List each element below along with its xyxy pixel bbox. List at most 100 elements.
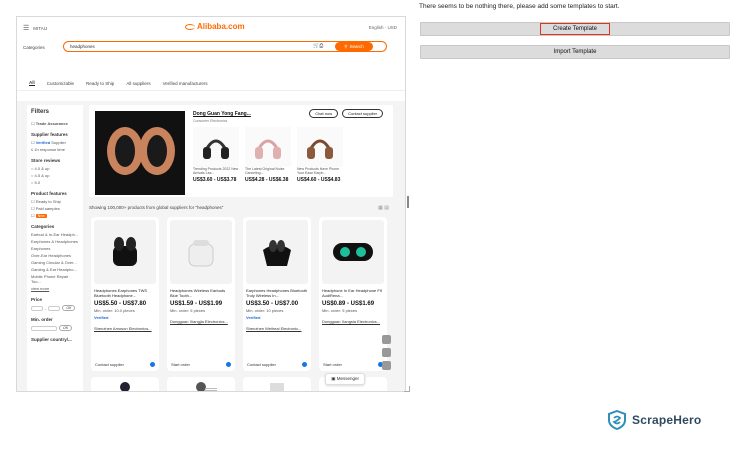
headphone-cup-left [107, 127, 143, 175]
product-card[interactable]: Headphones Earphones TWS Bluetooth Headp… [91, 217, 159, 371]
product-price: US$5.50 - US$7.80 [94, 301, 147, 307]
results-count: Showing 100,000+ products from global su… [89, 205, 224, 210]
product-card[interactable] [167, 377, 235, 391]
alibaba-logo[interactable]: Alibaba.com [185, 22, 245, 31]
splitter-handle[interactable] [407, 196, 409, 208]
rating-filter-5[interactable]: ○ 5.0 [31, 180, 79, 185]
card-action-button[interactable]: Start order [171, 362, 190, 367]
product-card[interactable] [91, 377, 159, 391]
product-price: US$3.50 - US$7.00 [246, 301, 299, 307]
min-order-input[interactable]: OK [31, 325, 79, 331]
rating-filter-45[interactable]: ○ 4.5 & up [31, 173, 79, 178]
card-actions: Contact supplier [247, 362, 307, 367]
product-grid: Headphones Earphones TWS Bluetooth Headp… [91, 217, 387, 371]
featured-product[interactable]: New Products Have Phone Your Ease Earph.… [297, 127, 343, 183]
chat-now-button[interactable]: Chat now [309, 109, 339, 118]
category-item[interactable]: Earbud & In-Ear Headph... [31, 232, 79, 237]
contact-supplier-button[interactable]: Contact supplier [342, 109, 383, 118]
result-tabs: All Customizable Ready to Ship All suppl… [17, 69, 405, 91]
category-item[interactable]: Earphones [31, 246, 79, 251]
featured-company-sub: Consumer Electronics [193, 119, 228, 123]
earbuds-image [246, 220, 308, 284]
verified-badge: Verified [94, 315, 109, 320]
compare-icon[interactable] [382, 335, 391, 344]
site-header: ☰ MITAIJ Alibaba.com English · USD [17, 17, 405, 39]
embedded-webpage[interactable]: ☰ MITAIJ Alibaba.com English · USD Categ… [16, 16, 406, 392]
product-moq: Min. order: 5 pieces [322, 308, 358, 313]
search-row: Categories headphones 🛒⎙ ⚲ Search [17, 39, 405, 55]
earbuds-image [170, 220, 232, 284]
rating-filter-4[interactable]: ○ 4.0 & up [31, 166, 79, 171]
category-item[interactable]: Gaming & Ear Headpho... [31, 267, 79, 272]
tab-verified-manufacturers[interactable]: Verified manufacturers [163, 81, 208, 86]
scrapehero-shield-icon [608, 410, 626, 430]
resize-grip[interactable] [205, 388, 217, 391]
trade-assurance-filter[interactable]: ☐ Trade Assurance [31, 121, 79, 126]
new-filter[interactable]: ☐ New [31, 213, 79, 218]
messenger-button[interactable]: ▣ Messenger [325, 373, 365, 385]
product-title[interactable]: Headphones Wireless Earbuds Blue Tooth..… [170, 288, 232, 298]
tab-ready-to-ship[interactable]: Ready to Ship [86, 81, 114, 86]
card-action-button[interactable]: Start order [323, 362, 342, 367]
featured-supplier: Dong Guan Yong Fang... Consumer Electron… [89, 105, 393, 197]
category-item[interactable]: Over-Ear Headphones [31, 253, 79, 258]
cart-icon[interactable]: 🛒⎙ [313, 43, 323, 49]
product-title[interactable]: Earphones Headphones Bluetooth Truly Wir… [246, 288, 308, 298]
import-template-button[interactable]: Import Template [420, 45, 730, 59]
product-card[interactable] [243, 377, 311, 391]
featured-buttons: Chat now Contact supplier [309, 109, 383, 118]
filters-title: Filters [31, 109, 50, 115]
search-button[interactable]: ⚲ Search [335, 42, 373, 51]
product-title[interactable]: Headphones Earphones TWS Bluetooth Headp… [94, 288, 156, 298]
verified-supplier-filter[interactable]: ☐ Verified Supplier [31, 140, 79, 145]
tab-customizable[interactable]: Customizable [47, 81, 74, 86]
view-toggle-icon[interactable]: ▦ ▤ [378, 205, 389, 211]
create-template-button[interactable]: Create Template [420, 22, 730, 36]
message-icon[interactable] [382, 348, 391, 357]
supplier-link[interactable]: Shenzhen Weiheai Electronic... [246, 326, 308, 331]
featured-product[interactable]: The Latest Original Noise Canceling... U… [245, 127, 291, 183]
results-content: Filters ☐ Trade Assurance Supplier featu… [17, 101, 405, 391]
chat-icon[interactable] [302, 362, 307, 367]
featured-image[interactable] [95, 111, 185, 195]
price-range[interactable]: - OK [31, 305, 79, 311]
supplier-link[interactable]: Dongguan Xiangjia Electronics... [170, 319, 232, 324]
card-action-button[interactable]: Contact supplier [95, 362, 124, 367]
ready-to-ship-filter[interactable]: ☐ Ready to Ship [31, 199, 79, 204]
product-title[interactable]: Headphone In Ear Headphone F9 AudiRena..… [322, 288, 384, 298]
menu-icon[interactable]: ☰ [23, 24, 29, 32]
card-action-button[interactable]: Contact supplier [247, 362, 276, 367]
category-item[interactable]: Mobile Phone Repair Too... [31, 274, 79, 284]
category-item[interactable]: Gaming Circular & Over... [31, 260, 79, 265]
supplier-link[interactable]: Dongguan Xangsia Electronics... [322, 319, 384, 324]
tab-all-suppliers[interactable]: All suppliers [126, 81, 150, 86]
product-features-heading: Product features [31, 191, 67, 196]
supplier-link[interactable]: Shenzhen Amoson Electronics... [94, 326, 156, 331]
featured-product[interactable]: Trending Products 2022 New Arrivals Lea.… [193, 127, 239, 183]
search-icon: ⚲ [344, 43, 348, 49]
tab-all[interactable]: All [29, 80, 35, 86]
response-time-filter[interactable]: ≤ 1h response time [31, 147, 79, 152]
language-currency[interactable]: English · USD [369, 25, 397, 30]
category-item[interactable]: Earphones & Headphones [31, 239, 79, 244]
chat-icon[interactable] [150, 362, 155, 367]
price-heading: Price [31, 297, 43, 302]
earbuds-image [94, 220, 156, 284]
verified-badge: Verified [246, 315, 261, 320]
product-card[interactable]: Headphones Wireless Earbuds Blue Tooth..… [167, 217, 235, 371]
card-actions: Start order [171, 362, 231, 367]
paid-samples-filter[interactable]: ☐ Paid samples [31, 206, 79, 211]
categories-dropdown[interactable]: Categories [23, 45, 45, 50]
back-to-top-icon[interactable] [382, 361, 391, 370]
floating-side-icons [382, 335, 391, 370]
product-card[interactable]: Headphone In Ear Headphone F9 AudiRena..… [319, 217, 387, 371]
product-moq: Min. order: 10 pieces [246, 308, 284, 313]
chat-icon[interactable] [226, 362, 231, 367]
earbuds-image [322, 220, 384, 284]
product-card[interactable]: Earphones Headphones Bluetooth Truly Wir… [243, 217, 311, 371]
view-more-link[interactable]: view more [31, 286, 79, 291]
categories-heading: Categories [31, 224, 55, 229]
template-panel: There seems to be nothing there, please … [414, 0, 744, 393]
filters-sidebar: Filters ☐ Trade Assurance Supplier featu… [27, 105, 83, 391]
resize-corner-icon[interactable] [404, 386, 410, 392]
